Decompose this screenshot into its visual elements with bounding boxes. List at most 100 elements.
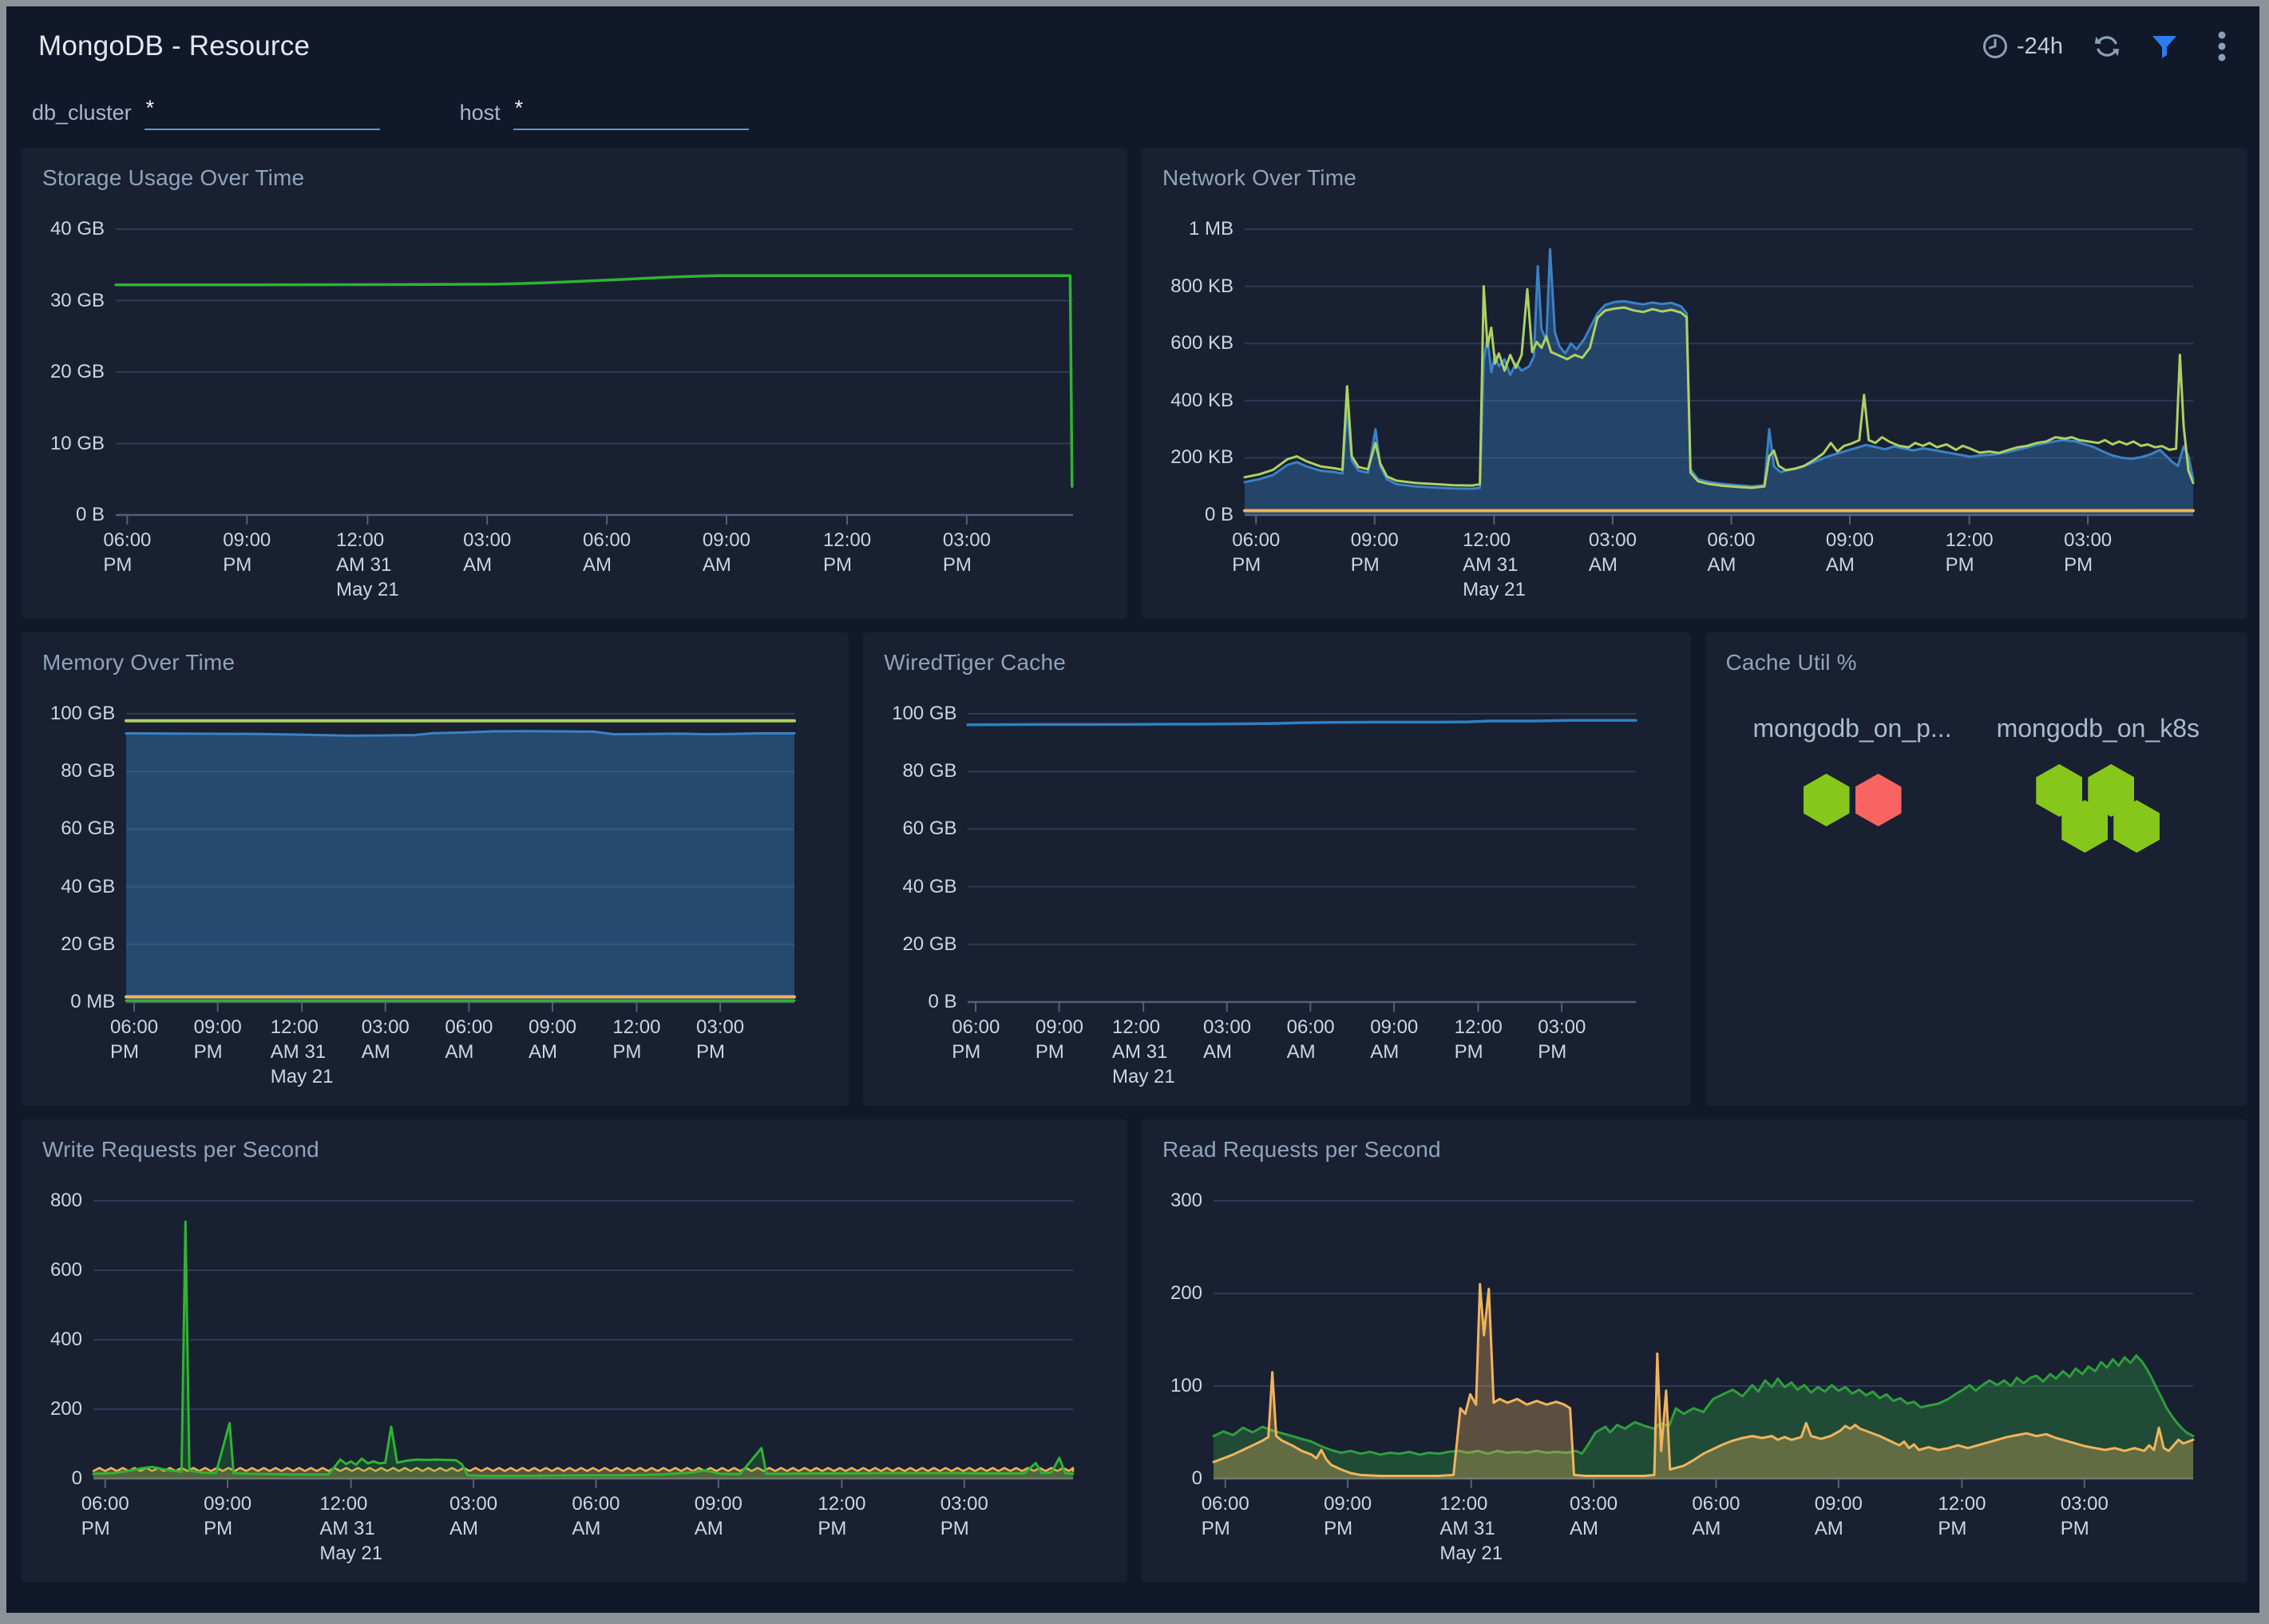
- hexagon-cell[interactable]: [1804, 774, 1850, 826]
- y-axis-label: 200: [50, 1397, 82, 1421]
- panel-wiredtiger: WiredTiger Cache 100 GB80 GB60 GB40 GB20…: [863, 632, 1690, 1106]
- panel-title-network: Network Over Time: [1159, 160, 2230, 191]
- panel-title-storage: Storage Usage Over Time: [39, 160, 1110, 191]
- y-axis-label: 800 KB: [1170, 275, 1233, 299]
- memory-chart[interactable]: 100 GB80 GB60 GB40 GB20 GB0 MB06:00PM09:…: [39, 680, 831, 1095]
- y-axis-label: 300: [1170, 1189, 1202, 1213]
- y-axis-label: 40 GB: [61, 875, 115, 899]
- x-axis-label: 09:00AM: [703, 528, 750, 577]
- x-axis-label: 12:00AM 31May 21: [336, 528, 399, 602]
- x-axis-label: 03:00PM: [940, 1491, 988, 1541]
- filter-host: host *: [460, 96, 749, 130]
- x-axis-label: 06:00PM: [1202, 1491, 1249, 1541]
- panel-network: Network Over Time 1 MB800 KB600 KB400 KB…: [1142, 148, 2247, 619]
- x-axis-label: 09:00PM: [1324, 1491, 1372, 1541]
- panel-title-memory: Memory Over Time: [39, 645, 831, 675]
- y-axis-label: 10 GB: [50, 432, 105, 456]
- x-axis-label: 03:00AM: [362, 1015, 410, 1064]
- filter-host-label: host: [460, 101, 501, 130]
- hexagon-cell[interactable]: [1855, 774, 1902, 826]
- y-axis-label: 0 MB: [70, 990, 115, 1014]
- panel-write-requests: Write Requests per Second 80060040020000…: [22, 1119, 1127, 1582]
- write-requests-chart[interactable]: 800600400200006:00PM09:00PM12:00AM 31May…: [39, 1167, 1110, 1571]
- x-axis-label: 12:00PM: [612, 1015, 660, 1064]
- panel-cache-util: Cache Util % mongodb_on_p...mongodb_on_k…: [1705, 632, 2248, 1106]
- filter-host-input[interactable]: *: [513, 96, 749, 130]
- page-title: MongoDB - Resource: [38, 30, 310, 62]
- y-axis-label: 0: [72, 1467, 82, 1491]
- y-axis-label: 30 GB: [50, 289, 105, 313]
- x-axis-label: 12:00PM: [1938, 1491, 1986, 1541]
- hex-group: mongodb_on_k8s: [1997, 714, 2200, 1095]
- hex-group-label: mongodb_on_p...: [1752, 714, 1951, 743]
- y-axis-label: 80 GB: [902, 759, 956, 783]
- panel-memory: Memory Over Time 100 GB80 GB60 GB40 GB20…: [22, 632, 849, 1106]
- filter-icon[interactable]: [2151, 33, 2178, 60]
- network-chart[interactable]: 1 MB800 KB600 KB400 KB200 KB0 B06:00PM09…: [1159, 196, 2230, 608]
- x-axis-label: 03:00PM: [2061, 1491, 2109, 1541]
- x-axis-label: 03:00AM: [1203, 1015, 1251, 1064]
- x-axis-label: 09:00AM: [1826, 528, 1874, 577]
- filter-db-cluster: db_cluster *: [32, 96, 380, 130]
- y-axis-label: 600 KB: [1170, 331, 1233, 355]
- x-axis-label: 09:00PM: [1036, 1015, 1083, 1064]
- y-axis-label: 100 GB: [892, 702, 956, 726]
- y-axis-label: 400: [50, 1328, 82, 1352]
- x-axis-label: 06:00AM: [572, 1491, 620, 1541]
- panel-read-requests: Read Requests per Second 300200100006:00…: [1142, 1119, 2247, 1582]
- y-axis-label: 0: [1192, 1467, 1202, 1491]
- x-axis-label: 09:00PM: [204, 1491, 251, 1541]
- y-axis-label: 200: [1170, 1281, 1202, 1305]
- x-axis-label: 12:00AM 31May 21: [1463, 528, 1526, 602]
- x-axis-label: 12:00PM: [1455, 1015, 1503, 1064]
- dashboard-header: MongoDB - Resource -24h: [6, 6, 2259, 86]
- time-range-label: -24h: [2017, 34, 2063, 60]
- x-axis-label: 03:00AM: [449, 1491, 497, 1541]
- panel-storage-usage: Storage Usage Over Time 40 GB30 GB20 GB1…: [22, 148, 1127, 619]
- y-axis-label: 20 GB: [50, 360, 105, 384]
- y-axis-label: 0 B: [1205, 503, 1233, 527]
- x-axis-label: 06:00PM: [103, 528, 151, 577]
- y-axis-label: 60 GB: [902, 817, 956, 841]
- x-axis-label: 03:00PM: [1538, 1015, 1586, 1064]
- x-axis-label: 06:00PM: [1232, 528, 1280, 577]
- x-axis-label: 12:00AM 31May 21: [1112, 1015, 1175, 1089]
- x-axis-label: 09:00AM: [529, 1015, 576, 1064]
- hex-group: mongodb_on_p...: [1752, 714, 1951, 1095]
- dashboard-window: MongoDB - Resource -24h: [0, 0, 2269, 1624]
- x-axis-label: 06:00AM: [1707, 528, 1755, 577]
- x-axis-label: 12:00AM 31May 21: [271, 1015, 334, 1089]
- y-axis-label: 60 GB: [61, 817, 115, 841]
- x-axis-label: 09:00PM: [194, 1015, 242, 1064]
- x-axis-label: 12:00AM 31May 21: [1439, 1491, 1503, 1566]
- x-axis-label: 03:00PM: [943, 528, 991, 577]
- y-axis-label: 40 GB: [902, 875, 956, 899]
- x-axis-label: 06:00PM: [952, 1015, 1000, 1064]
- refresh-icon[interactable]: [2093, 33, 2121, 60]
- x-axis-label: 12:00AM 31May 21: [319, 1491, 382, 1566]
- x-axis-label: 12:00PM: [823, 528, 871, 577]
- y-axis-label: 600: [50, 1258, 82, 1282]
- y-axis-label: 800: [50, 1189, 82, 1213]
- filter-db-cluster-label: db_cluster: [32, 101, 132, 130]
- x-axis-label: 03:00AM: [463, 528, 511, 577]
- kebab-menu-icon[interactable]: [2208, 33, 2235, 60]
- y-axis-label: 100: [1170, 1374, 1202, 1398]
- series-line-cache_size_gb: [968, 720, 1636, 724]
- y-axis-label: 400 KB: [1170, 389, 1233, 413]
- y-axis-label: 0 B: [928, 990, 956, 1014]
- storage-usage-chart[interactable]: 40 GB30 GB20 GB10 GB0 B06:00PM09:00PM12:…: [39, 196, 1110, 608]
- panel-grid: Storage Usage Over Time 40 GB 30 GB 20 GB 1…: [6, 138, 2259, 1582]
- clock-icon: [1982, 33, 2009, 60]
- y-axis-label: 200 KB: [1170, 446, 1233, 469]
- x-axis-label: 09:00AM: [1370, 1015, 1418, 1064]
- x-axis-label: 09:00PM: [1351, 528, 1399, 577]
- x-axis-label: 06:00AM: [445, 1015, 493, 1064]
- series-line-storage_used_gb: [116, 275, 1072, 486]
- filter-db-cluster-input[interactable]: *: [145, 96, 380, 130]
- wiredtiger-chart[interactable]: 100 GB80 GB60 GB40 GB20 GB0 B06:00PM09:0…: [881, 680, 1673, 1095]
- read-requests-chart[interactable]: 300 200 100 006:00PM 09:00PM 12:00AM 31May 21…: [1159, 1167, 2230, 1571]
- y-axis-label: 0 B: [76, 503, 105, 527]
- y-axis-label: 100 GB: [50, 702, 115, 726]
- time-range-button[interactable]: -24h: [1982, 33, 2063, 60]
